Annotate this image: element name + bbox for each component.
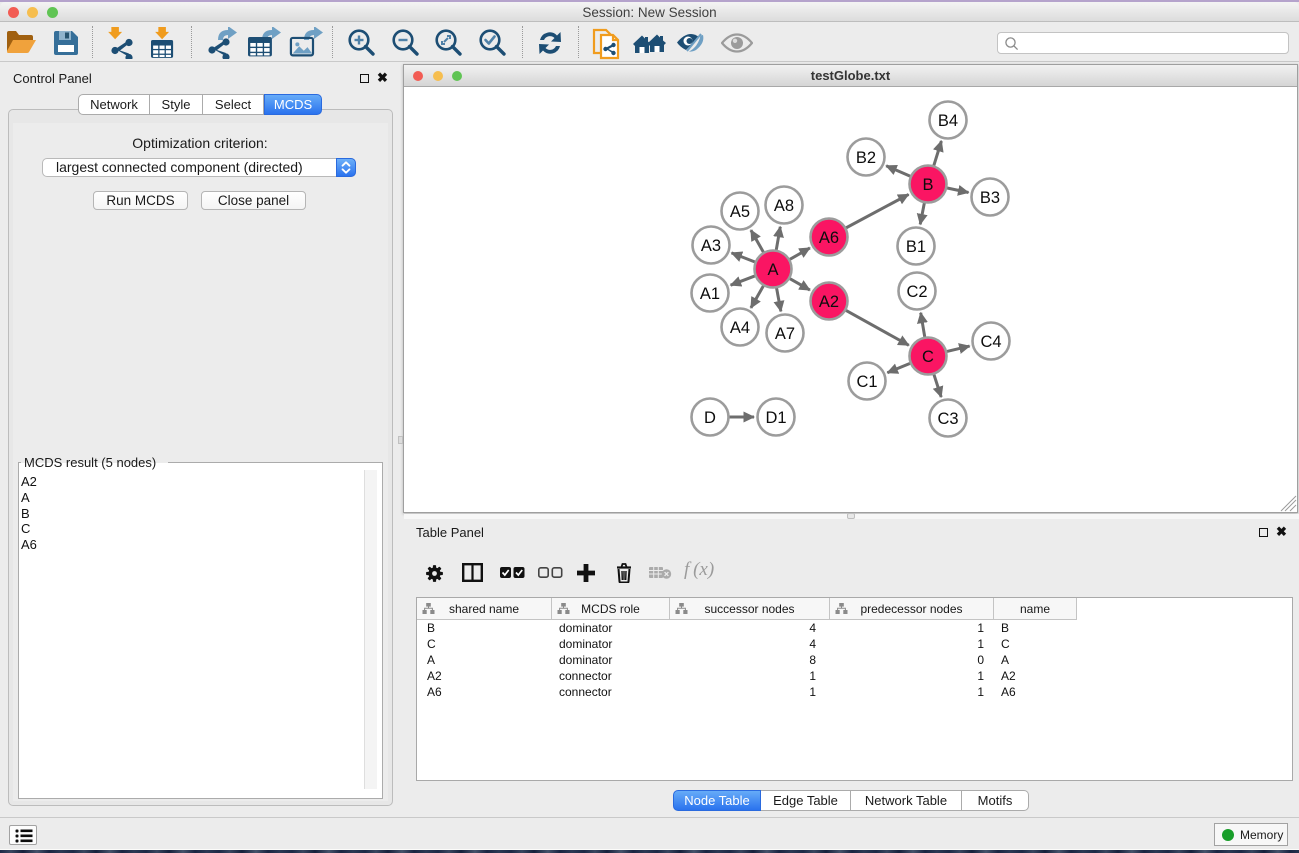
svg-text:B: B xyxy=(922,176,933,194)
svg-text:C2: C2 xyxy=(906,283,927,301)
svg-text:A3: A3 xyxy=(701,237,721,255)
svg-text:C3: C3 xyxy=(937,410,958,428)
svg-text:A7: A7 xyxy=(775,325,795,343)
svg-text:D: D xyxy=(704,409,716,427)
svg-text:A: A xyxy=(767,261,778,279)
svg-text:B3: B3 xyxy=(980,189,1000,207)
svg-text:A6: A6 xyxy=(819,229,839,247)
svg-text:A8: A8 xyxy=(774,197,794,215)
svg-text:C4: C4 xyxy=(980,333,1001,351)
svg-text:A1: A1 xyxy=(700,285,720,303)
svg-text:C: C xyxy=(922,348,934,366)
svg-text:A4: A4 xyxy=(730,319,750,337)
svg-text:C1: C1 xyxy=(856,373,877,391)
svg-text:D1: D1 xyxy=(765,409,786,427)
svg-text:A2: A2 xyxy=(819,293,839,311)
svg-text:B4: B4 xyxy=(938,112,958,130)
svg-text:A5: A5 xyxy=(730,203,750,221)
svg-text:B2: B2 xyxy=(856,149,876,167)
svg-text:B1: B1 xyxy=(906,238,926,256)
